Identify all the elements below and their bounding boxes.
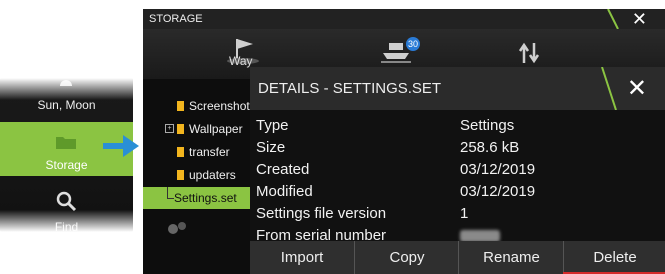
tree-connector (167, 187, 174, 199)
import-button[interactable]: Import (250, 241, 354, 274)
detail-value: 03/12/2019 (460, 183, 536, 200)
accent-slash (607, 9, 619, 29)
menu-item-find[interactable]: Find (0, 178, 133, 234)
gear-icon (168, 222, 186, 234)
details-button-bar: Import Copy Rename Delete (250, 241, 665, 274)
toolbar-label: Way (229, 54, 253, 68)
arrow-right-icon (103, 135, 139, 157)
tree-item-screenshots[interactable]: Screenshots (143, 95, 256, 117)
accent-slash (601, 67, 617, 110)
tree-item-wallpaper[interactable]: + Wallpaper (143, 118, 253, 140)
tree-item-label: transfer (189, 145, 230, 159)
storage-title-bar: STORAGE (143, 9, 665, 29)
menu-item-sun-moon[interactable]: Sun, Moon (0, 78, 133, 120)
detail-key: Created (256, 161, 310, 178)
folder-icon (177, 124, 184, 134)
delete-button[interactable]: Delete (563, 241, 665, 274)
tree-item-label: Settings.set (174, 191, 237, 205)
tree-item-updaters[interactable]: updaters (143, 164, 253, 186)
detail-value: Settings (460, 117, 515, 134)
tree-item-label: Screenshots (189, 99, 256, 113)
details-close-button[interactable]: ✕ (627, 67, 647, 110)
detail-key: Size (256, 139, 286, 156)
tree-item-label: updaters (189, 168, 236, 182)
detail-row-type: Type Settings (256, 114, 661, 137)
detail-value: 258.6 kB (460, 139, 520, 156)
menu-item-label: Sun, Moon (37, 98, 96, 112)
menu-item-label: Find (54, 220, 79, 234)
detail-key: Settings file version (256, 205, 387, 222)
tree-item-settings-set[interactable]: Settings.set (143, 187, 253, 209)
tree-item-label: Wallpaper (189, 122, 243, 136)
magnifier-icon (56, 191, 77, 212)
folder-icon (177, 101, 184, 111)
storage-close-button[interactable]: ✕ (632, 9, 647, 29)
sun-icon (60, 80, 72, 86)
tree-item-transfer[interactable]: transfer (143, 141, 253, 163)
folder-icon (177, 170, 184, 180)
menu-item-label: Storage (45, 158, 88, 172)
folder-icon (56, 137, 76, 149)
detail-value: 03/12/2019 (460, 161, 536, 178)
detail-row-settings-file-version: Settings file version 1 (256, 202, 661, 225)
detail-row-modified: Modified 03/12/2019 (256, 180, 661, 203)
detail-key: Modified (256, 183, 313, 200)
details-dialog: DETAILS - SETTINGS.SET ✕ Type Settings S… (250, 67, 665, 274)
detail-key: Type (256, 117, 289, 134)
count-badge: 30 (406, 37, 420, 51)
details-title: DETAILS - SETTINGS.SET (258, 80, 442, 97)
storage-title: STORAGE (149, 13, 203, 25)
copy-button[interactable]: Copy (354, 241, 459, 274)
transfer-arrows-icon[interactable] (517, 41, 541, 65)
folder-icon (177, 147, 184, 157)
expand-icon[interactable]: + (165, 124, 174, 133)
detail-row-created: Created 03/12/2019 (256, 158, 661, 181)
rename-button[interactable]: Rename (458, 241, 564, 274)
detail-value: 1 (460, 205, 469, 222)
detail-row-size: Size 258.6 kB (256, 136, 661, 159)
